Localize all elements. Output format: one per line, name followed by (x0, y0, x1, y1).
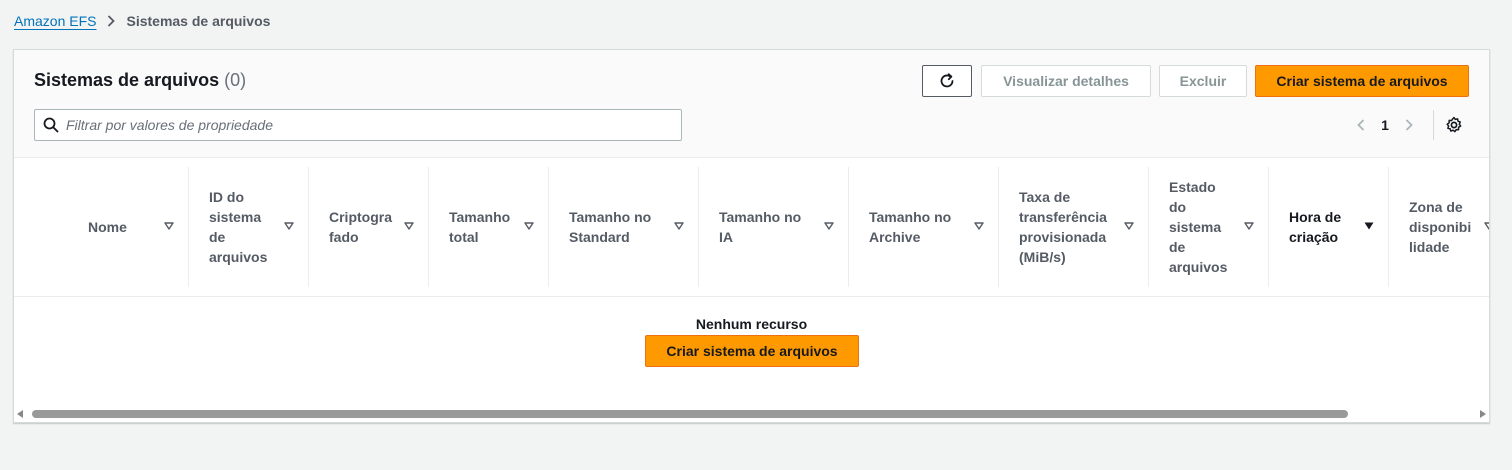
column-header-tamanho-archive[interactable]: Tamanho no Archive (848, 167, 998, 287)
column-header-nome[interactable]: Nome (68, 167, 188, 287)
column-header-zona-disponibilidade[interactable]: Zona de disponibilidade (1388, 167, 1489, 287)
breadcrumb: Amazon EFS Sistemas de arquivos (14, 13, 270, 29)
chevron-right-icon (1405, 119, 1413, 131)
sort-icon (523, 220, 535, 232)
current-page-number[interactable]: 1 (1372, 117, 1398, 133)
sort-icon (1243, 220, 1255, 232)
sort-descending-icon (1363, 220, 1375, 232)
view-details-button[interactable]: Visualizar detalhes (981, 65, 1151, 97)
empty-state-title: Nenhum recurso (695, 316, 808, 332)
column-header-tamanho-total[interactable]: Tamanho total (428, 167, 548, 287)
column-label: Tamanho no IA (719, 209, 802, 245)
column-label: Hora de criação (1289, 209, 1342, 245)
settings-button[interactable] (1443, 114, 1465, 136)
column-header-tamanho-standard[interactable]: Tamanho no Standard (548, 167, 698, 287)
file-systems-panel: Sistemas de arquivos (0) Visualizar deta… (13, 49, 1490, 423)
column-label: Nome (88, 219, 127, 235)
column-label: ID do sistema de arquivos (209, 189, 268, 265)
horizontal-scrollbar[interactable] (14, 406, 1489, 422)
column-header-estado[interactable]: Estado do sistema de arquivos (1148, 167, 1268, 287)
search-icon (43, 117, 59, 133)
table-header: Nome ID do sistema de arquivos Criptogra… (14, 158, 1489, 297)
page-title: Sistemas de arquivos (0) (34, 70, 246, 91)
column-label: Tamanho no Standard (569, 209, 652, 245)
scroll-left-arrow-icon[interactable] (17, 410, 23, 418)
refresh-icon (940, 73, 954, 88)
sort-icon (823, 220, 835, 232)
empty-state-create-button[interactable]: Criar sistema de arquivos (645, 335, 859, 367)
refresh-button[interactable] (922, 65, 972, 97)
create-file-system-button[interactable]: Criar sistema de arquivos (1255, 65, 1469, 97)
delete-button[interactable]: Excluir (1159, 65, 1247, 97)
column-label: Criptografado (329, 209, 392, 245)
gear-icon (1446, 116, 1462, 133)
breadcrumb-current: Sistemas de arquivos (126, 13, 271, 29)
filter-search-box[interactable] (34, 109, 682, 141)
column-label: Estado do sistema de arquivos (1169, 179, 1228, 275)
sort-icon (673, 220, 685, 232)
scrollbar-thumb[interactable] (32, 410, 1348, 418)
pagination: 1 (1350, 110, 1465, 140)
filter-input[interactable] (66, 117, 666, 133)
breadcrumb-amazon-efs-link[interactable]: Amazon EFS (14, 13, 96, 29)
sort-icon (163, 220, 175, 232)
item-count: (0) (224, 70, 247, 90)
column-header-hora-criacao[interactable]: Hora de criação (1268, 167, 1388, 287)
sort-icon (1123, 220, 1135, 232)
column-header-taxa-transferencia[interactable]: Taxa de transferência provisionada (MiB/… (998, 167, 1148, 287)
column-label: Tamanho total (449, 209, 511, 245)
column-label: Zona de disponibilidade (1409, 199, 1472, 255)
sort-icon (283, 220, 295, 232)
previous-page-button[interactable] (1350, 114, 1372, 136)
column-header-id[interactable]: ID do sistema de arquivos (188, 167, 308, 287)
column-header-tamanho-ia[interactable]: Tamanho no IA (698, 167, 848, 287)
column-label: Taxa de transferência provisionada (MiB/… (1019, 189, 1107, 265)
scroll-right-arrow-icon[interactable] (1480, 410, 1486, 418)
panel-header: Sistemas de arquivos (0) Visualizar deta… (14, 50, 1489, 158)
chevron-right-icon (107, 15, 116, 27)
sort-icon (403, 220, 415, 232)
sort-icon (973, 220, 985, 232)
next-page-button[interactable] (1398, 114, 1420, 136)
column-label: Tamanho no Archive (869, 209, 952, 245)
column-header-criptografado[interactable]: Criptografado (308, 167, 428, 287)
chevron-left-icon (1357, 119, 1365, 131)
pagination-divider (1433, 110, 1434, 140)
sort-icon (1483, 220, 1489, 232)
title-text: Sistemas de arquivos (34, 70, 220, 90)
